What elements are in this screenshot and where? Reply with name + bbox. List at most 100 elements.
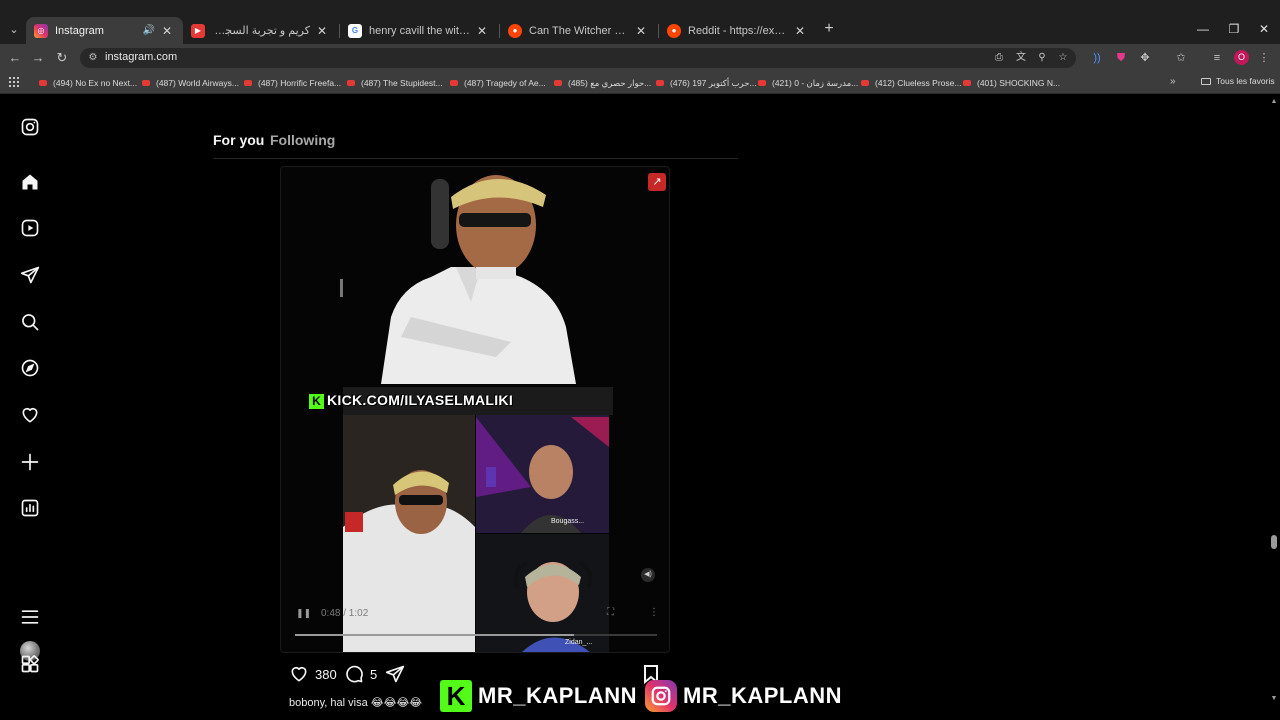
cam-label-2: Zidan_... [565,639,593,646]
reload-icon[interactable]: ↻ [54,50,70,66]
comment-action[interactable]: 5 [344,664,377,684]
reels-icon[interactable] [20,218,40,238]
close-tab-icon[interactable]: ✕ [633,24,649,38]
close-window-icon[interactable]: ✕ [1257,22,1271,36]
scroll-thumb[interactable] [1271,535,1277,549]
bookmark-label: (476) حرب أكتوبر 197... [670,77,757,88]
share-send-icon[interactable] [385,664,405,684]
bookmark-star-icon[interactable]: ☆ [1056,51,1070,65]
new-tab-button[interactable]: + [822,21,836,37]
scroll-down-icon[interactable]: ▼ [1270,695,1278,703]
bookmark-item[interactable]: (487) World Airways... [142,76,239,90]
browser-menu-icon[interactable]: ⋮ [1257,50,1271,66]
forward-arrow-icon[interactable]: → [30,50,46,66]
likes-count: 380 [315,666,337,682]
streamer-watermark: K MR_KAPLANN MR_KAPLANN [440,678,842,714]
instagram-logo-icon [645,680,677,712]
translate-icon[interactable]: 文 [1014,51,1028,65]
audio-playing-icon[interactable]: 🔊 [143,25,155,36]
tab-instagram[interactable]: ◎ Instagram 🔊 ✕ [26,17,183,44]
bookmark-item[interactable]: (487) Horrific Freefa... [244,76,341,90]
close-tab-icon[interactable]: ✕ [474,24,490,38]
address-bar[interactable]: ⚙ instagram.com ⎙ 文 ⚲ ☆ [80,48,1076,68]
zoom-icon[interactable]: ⚲ [1035,51,1049,65]
tab-title: Reddit - https://external-previe... [688,24,788,37]
video-progress-bar[interactable] [295,634,657,636]
extension-shield-icon[interactable]: ⛊ [1114,50,1128,66]
like-heart-icon[interactable] [289,664,309,684]
bookmark-item[interactable]: (494) No Ex no Next... [39,76,137,90]
kick-logo-icon: K [440,680,472,712]
mute-icon[interactable]: ◀) [641,568,655,582]
restore-window-icon[interactable]: ❐ [1227,22,1241,36]
reddit-icon: ● [508,23,522,38]
bookmark-label: (487) Tragedy of Ae... [464,78,546,88]
explore-icon[interactable] [20,358,40,378]
pause-icon[interactable]: ❚❚ [296,608,311,619]
minimize-window-icon[interactable]: — [1196,22,1210,36]
bookmark-item[interactable]: (487) The Stupidest... [347,76,443,90]
extensions-puzzle-icon[interactable]: ✥ [1138,50,1152,66]
instagram-handle: MR_KAPLANN [683,683,842,708]
messages-icon[interactable] [20,265,40,285]
video-progress-fill [295,634,574,636]
youtube-icon [758,80,766,86]
favorites-icon[interactable]: ✩ [1174,50,1188,66]
video-more-icon[interactable]: ⋮ [649,607,659,618]
instagram-logo-icon[interactable] [20,117,40,137]
post-caption: bobony, hal visa 😂😂😂😂 [289,697,423,709]
home-icon[interactable] [20,172,40,192]
bookmark-item[interactable]: (485) حوار حصري مع... [554,76,651,90]
install-app-icon[interactable]: ⎙ [992,51,1006,65]
close-tab-icon[interactable]: ✕ [792,24,808,38]
dashboard-icon[interactable] [20,498,40,518]
tab-google-search[interactable]: G henry cavill the witcher - Googl... ✕ [340,17,498,44]
close-tab-icon[interactable]: ✕ [159,24,175,38]
tab-youtube-karim[interactable]: ▶ كريم و تجربة السجن في أمريكا - ... ✕ [183,17,338,44]
site-info-icon[interactable]: ⚙ [87,52,99,64]
profile-avatar-icon[interactable]: O [1234,50,1249,65]
reel-video[interactable]: K KICK.COM/ILYASELMALIKI Bougass... Zida… [280,166,670,653]
bookmark-item[interactable]: (401) SHOCKING N... [963,76,1060,90]
close-tab-icon[interactable]: ✕ [314,24,330,38]
like-action[interactable]: 380 [289,664,337,684]
also-from-meta-icon[interactable] [20,654,40,674]
more-bookmarks-icon[interactable]: » [1170,76,1176,87]
url-text[interactable]: instagram.com [105,51,177,63]
tab-search-icon[interactable]: ⌄ [6,21,22,37]
bookmarks-bar: (494) No Ex no Next... (487) World Airwa… [0,72,1280,94]
search-icon[interactable] [20,312,40,332]
tab-for-you[interactable]: For you [213,132,264,148]
media-controls-icon[interactable]: ≡ [1210,50,1224,66]
instagram-icon: ◎ [34,23,48,38]
google-icon: G [348,23,362,38]
tab-following[interactable]: Following [270,132,335,148]
page-scrollbar[interactable]: ▲ ▼ [1268,95,1280,720]
comment-bubble-icon[interactable] [344,664,364,684]
reddit-icon: ● [667,23,681,38]
all-bookmarks-folder[interactable]: Tous les favoris [1201,76,1275,86]
notifications-heart-icon[interactable] [20,405,40,425]
browser-tab-strip: ⌄ ◎ Instagram 🔊 ✕ ▶ كريم و تجربة السجن ف… [0,0,1280,44]
chapter-indicator [340,279,343,297]
apps-grid-icon[interactable] [9,77,19,87]
bookmark-item[interactable]: (412) Clueless Prose... [861,76,961,90]
create-plus-icon[interactable] [20,452,40,472]
bookmark-item[interactable]: (421) مدرسة زمان - 0... [758,76,858,90]
bookmark-item[interactable]: (487) Tragedy of Ae... [450,76,546,90]
back-arrow-icon[interactable]: ← [7,50,23,66]
tab-reddit-witcher[interactable]: ● Can The Witcher Survive Witho... ✕ [500,17,657,44]
more-menu-icon[interactable] [20,607,40,627]
banner-text: KICK.COM/ILYASELMALIKI [327,392,514,408]
share-action[interactable] [385,664,405,684]
scroll-up-icon[interactable]: ▲ [1270,98,1278,106]
tab-reddit-external[interactable]: ● Reddit - https://external-previe... ✕ [659,17,816,44]
bookmark-label: (494) No Ex no Next... [53,78,138,88]
extension-audio-icon[interactable]: )) [1090,50,1104,66]
tab-title: Instagram [55,24,104,37]
bookmark-item[interactable]: (476) حرب أكتوبر 197... [656,76,757,90]
open-external-icon[interactable]: ↗ [648,173,666,191]
fullscreen-icon[interactable]: ⛶ [607,607,614,618]
youtube-icon: ▶ [191,23,205,38]
kick-logo-icon: K [309,394,324,409]
